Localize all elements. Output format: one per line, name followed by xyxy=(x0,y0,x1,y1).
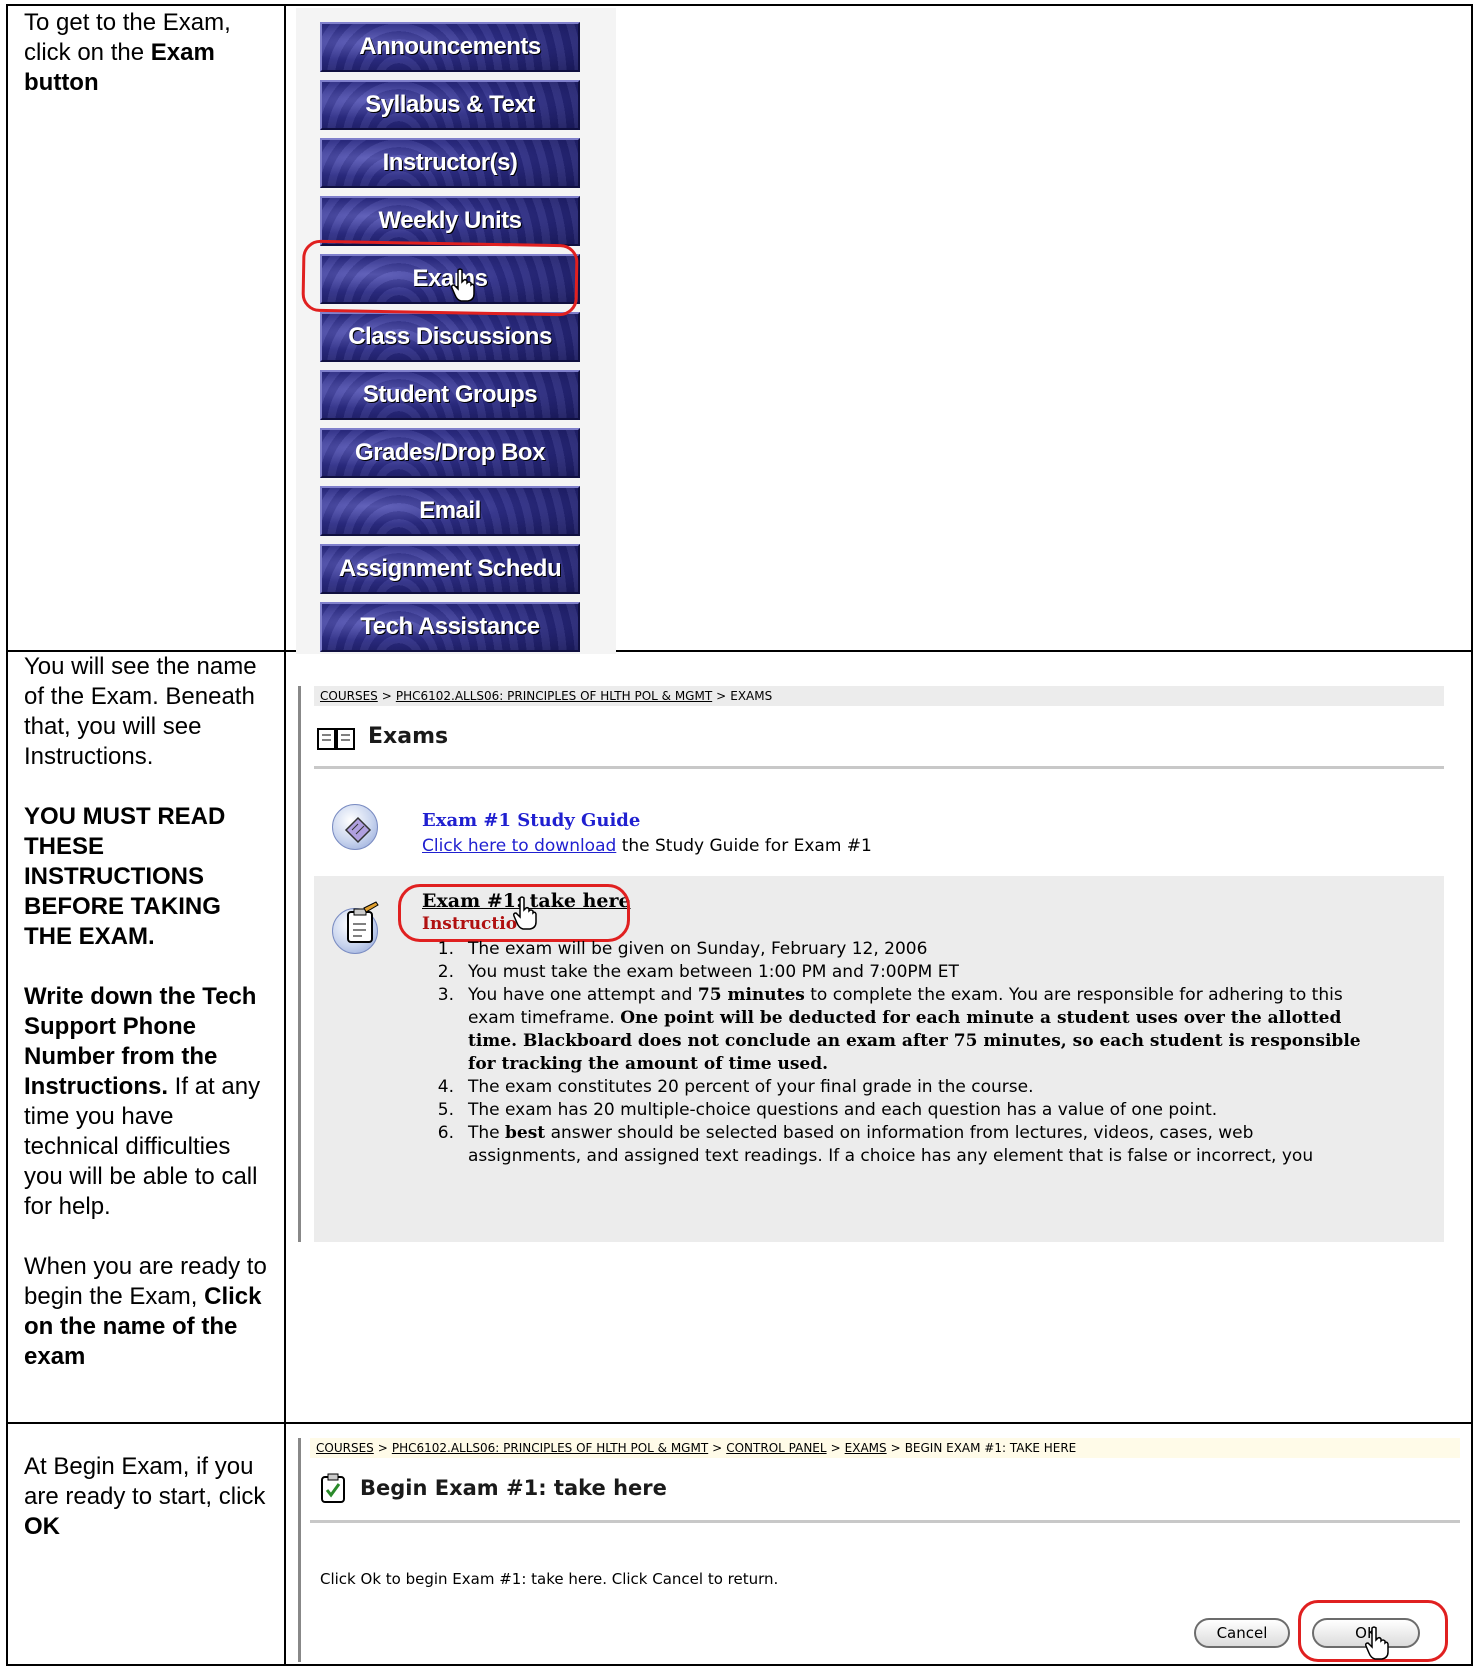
study-guide-description: the Study Guide for Exam #1 xyxy=(616,836,872,856)
exams-page-screenshot: COURSES > PHC6102.ALLS06: PRINCIPLES OF HL… xyxy=(298,686,1448,1246)
row1-text-button: button xyxy=(24,69,99,96)
breadcrumb-exams[interactable]: EXAMS xyxy=(845,1441,887,1455)
course-nav-menu: Announcements Syllabus & Text Instructor… xyxy=(296,8,616,654)
page-heading: Exams xyxy=(368,724,449,749)
begin-exam-screenshot: COURSES > PHC6102.ALLS06: PRINCIPLES OF HL… xyxy=(298,1438,1468,1662)
breadcrumb-course[interactable]: PHC6102.ALLS06: PRINCIPLES OF HLTH POL &… xyxy=(392,1441,708,1455)
row3-text-ok: OK xyxy=(24,1513,60,1540)
nav-label: Assignment Schedu xyxy=(338,555,562,582)
hand-cursor-icon xyxy=(513,896,537,930)
red-highlight-exams xyxy=(301,239,579,317)
instruction-item: 6. The best answer should be selected bas… xyxy=(437,1123,1314,1166)
nav-label: Instructor(s) xyxy=(382,149,518,176)
instruction-item: 1. The exam will be given on Sunday, Febr… xyxy=(437,939,928,959)
breadcrumb-current: BEGIN EXAM #1: TAKE HERE xyxy=(904,1441,1077,1455)
cancel-button[interactable]: Cancel xyxy=(1194,1618,1290,1648)
nav-button-tech-assistance[interactable]: Tech Assistance xyxy=(320,602,580,652)
breadcrumb-courses[interactable]: COURSES xyxy=(320,689,378,703)
breadcrumb-course[interactable]: PHC6102.ALLS06: PRINCIPLES OF HLTH POL &… xyxy=(396,689,712,703)
clipboard-check-icon xyxy=(321,1473,345,1503)
nav-button-student-groups[interactable]: Student Groups xyxy=(320,370,580,420)
study-guide-title: Exam #1 Study Guide xyxy=(422,810,641,831)
instruction-item: 3. You have one attempt and 75 minutes to… xyxy=(437,985,1361,1074)
study-guide-line: Click here to download the Study Guide f… xyxy=(422,836,872,856)
frame-edge xyxy=(298,1438,301,1662)
column-divider xyxy=(284,6,286,1664)
nav-button-assignment-schedule[interactable]: Assignment Schedu xyxy=(320,544,580,594)
nav-button-grades[interactable]: Grades/Drop Box xyxy=(320,428,580,478)
nav-button-weekly-units[interactable]: Weekly Units xyxy=(320,196,580,246)
nav-label: Class Discussions xyxy=(348,323,552,350)
row3-text: At Begin Exam, if you are ready to start… xyxy=(24,1453,266,1510)
nav-label: Announcements xyxy=(359,33,541,60)
nav-label: Grades/Drop Box xyxy=(355,439,545,466)
row1-text-exam: Exam xyxy=(150,39,215,66)
nav-button-syllabus[interactable]: Syllabus & Text xyxy=(320,80,580,130)
diskette-icon xyxy=(344,816,372,844)
breadcrumb-courses[interactable]: COURSES xyxy=(316,1441,374,1455)
instruction-item: 4. The exam constitutes 20 percent of you… xyxy=(437,1077,1034,1097)
row1-text-line2: click on the xyxy=(24,39,151,66)
nav-label: Tech Assistance xyxy=(360,613,540,640)
row-divider-2 xyxy=(8,1422,1471,1424)
hand-cursor-icon xyxy=(1365,1626,1389,1660)
heading-rule xyxy=(314,766,1444,769)
row1-instruction: To get to the Exam, click on the Exam bu… xyxy=(24,8,274,98)
nav-button-class-discussions[interactable]: Class Discussions xyxy=(320,312,580,362)
breadcrumb-control-panel[interactable]: CONTROL PANEL xyxy=(726,1441,826,1455)
download-link[interactable]: Click here to download xyxy=(422,836,616,856)
breadcrumb: COURSES > PHC6102.ALLS06: PRINCIPLES OF HL… xyxy=(310,1438,1460,1458)
instructions-list: 1. The exam will be given on Sunday, Febr… xyxy=(430,938,1440,1168)
nav-button-instructors[interactable]: Instructor(s) xyxy=(320,138,580,188)
instruction-item: 5. The exam has 20 multiple-choice questi… xyxy=(437,1100,1218,1120)
nav-label: Student Groups xyxy=(362,381,538,408)
breadcrumb: COURSES > PHC6102.ALLS06: PRINCIPLES OF HL… xyxy=(314,686,1444,706)
clipboard-pencil-icon xyxy=(347,901,379,943)
row2-instruction: You will see the name of the Exam. Benea… xyxy=(24,652,274,1372)
row2-text-warning: YOU MUST READ THESE INSTRUCTIONS BEFORE … xyxy=(24,803,226,950)
nav-label: Weekly Units xyxy=(378,207,522,234)
instruction-item: 2. You must take the exam between 1:00 PM… xyxy=(437,962,959,982)
confirm-message: Click Ok to begin Exam #1: take here. Cl… xyxy=(320,1570,779,1588)
row3-instruction: At Begin Exam, if you are ready to start… xyxy=(24,1452,274,1542)
frame-edge xyxy=(298,686,301,1242)
instruction-table: To get to the Exam, click on the Exam bu… xyxy=(6,4,1473,1666)
nav-button-email[interactable]: Email xyxy=(320,486,580,536)
hand-cursor-icon xyxy=(451,268,475,302)
breadcrumb-current: EXAMS xyxy=(730,689,773,703)
nav-label: Syllabus & Text xyxy=(365,91,535,118)
nav-button-announcements[interactable]: Announcements xyxy=(320,22,580,72)
nav-label: Email xyxy=(419,497,481,524)
heading-rule xyxy=(310,1520,1460,1523)
page-heading: Begin Exam #1: take here xyxy=(360,1476,667,1500)
row2-text-intro: You will see the name of the Exam. Benea… xyxy=(24,653,257,770)
row1-text-line1: To get to the Exam, xyxy=(24,9,231,36)
book-icon xyxy=(317,728,355,750)
